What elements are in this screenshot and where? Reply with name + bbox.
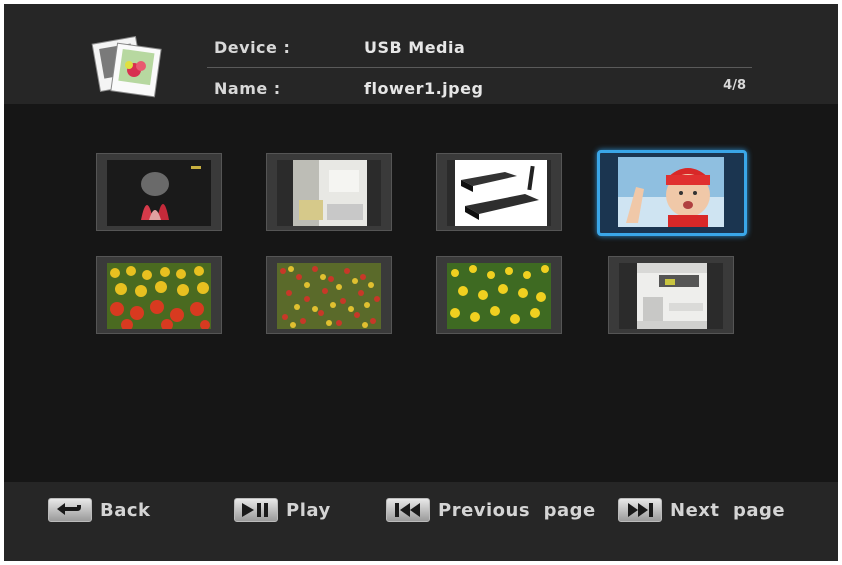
name-label: Name : xyxy=(214,79,281,98)
page-counter: 4/8 xyxy=(723,78,746,93)
tulips-mixed-image xyxy=(277,263,381,329)
next-page-button[interactable]: Next page xyxy=(618,496,785,524)
thumbnail-set-top-boxes[interactable] xyxy=(436,153,562,231)
photos-icon xyxy=(91,36,162,98)
header-divider xyxy=(207,67,752,68)
baby-image xyxy=(618,157,724,227)
thumbnail-dark-flower[interactable] xyxy=(96,153,222,231)
thumbnail-living-room[interactable] xyxy=(608,256,734,334)
next-icon xyxy=(618,498,662,522)
previous-icon xyxy=(386,498,430,522)
screen: Device : USB Media Name : flower1.jpeg 4… xyxy=(4,4,838,561)
tulips-yellow-image xyxy=(447,263,551,329)
thumbnail-kitchen[interactable] xyxy=(266,153,392,231)
back-icon xyxy=(48,498,92,522)
play-pause-icon xyxy=(234,498,278,522)
device-value: USB Media xyxy=(364,38,466,57)
dark-flower-image xyxy=(107,160,211,226)
thumbnail-tulips-yellow[interactable] xyxy=(436,256,562,334)
header-bar: Device : USB Media Name : flower1.jpeg 4… xyxy=(4,4,838,104)
thumbnail-baby[interactable] xyxy=(597,150,747,236)
play-label: Play xyxy=(286,499,331,521)
thumbnail-tulips-red-yellow[interactable] xyxy=(96,256,222,334)
kitchen-image xyxy=(277,160,381,226)
name-value: flower1.jpeg xyxy=(364,79,484,98)
set-top-boxes-image xyxy=(447,160,551,226)
thumbnail-tulips-mixed[interactable] xyxy=(266,256,392,334)
back-label: Back xyxy=(100,499,151,521)
play-button[interactable]: Play xyxy=(234,496,331,524)
previous-page-button[interactable]: Previous page xyxy=(386,496,596,524)
footer-bar: Back Play Previous page Next page xyxy=(4,482,838,561)
device-label: Device : xyxy=(214,38,291,57)
back-button[interactable]: Back xyxy=(48,496,151,524)
tulips-red-yellow-image xyxy=(107,263,211,329)
next-page-label: Next page xyxy=(670,499,786,521)
living-room-image xyxy=(619,263,723,329)
previous-page-label: Previous page xyxy=(438,499,596,521)
